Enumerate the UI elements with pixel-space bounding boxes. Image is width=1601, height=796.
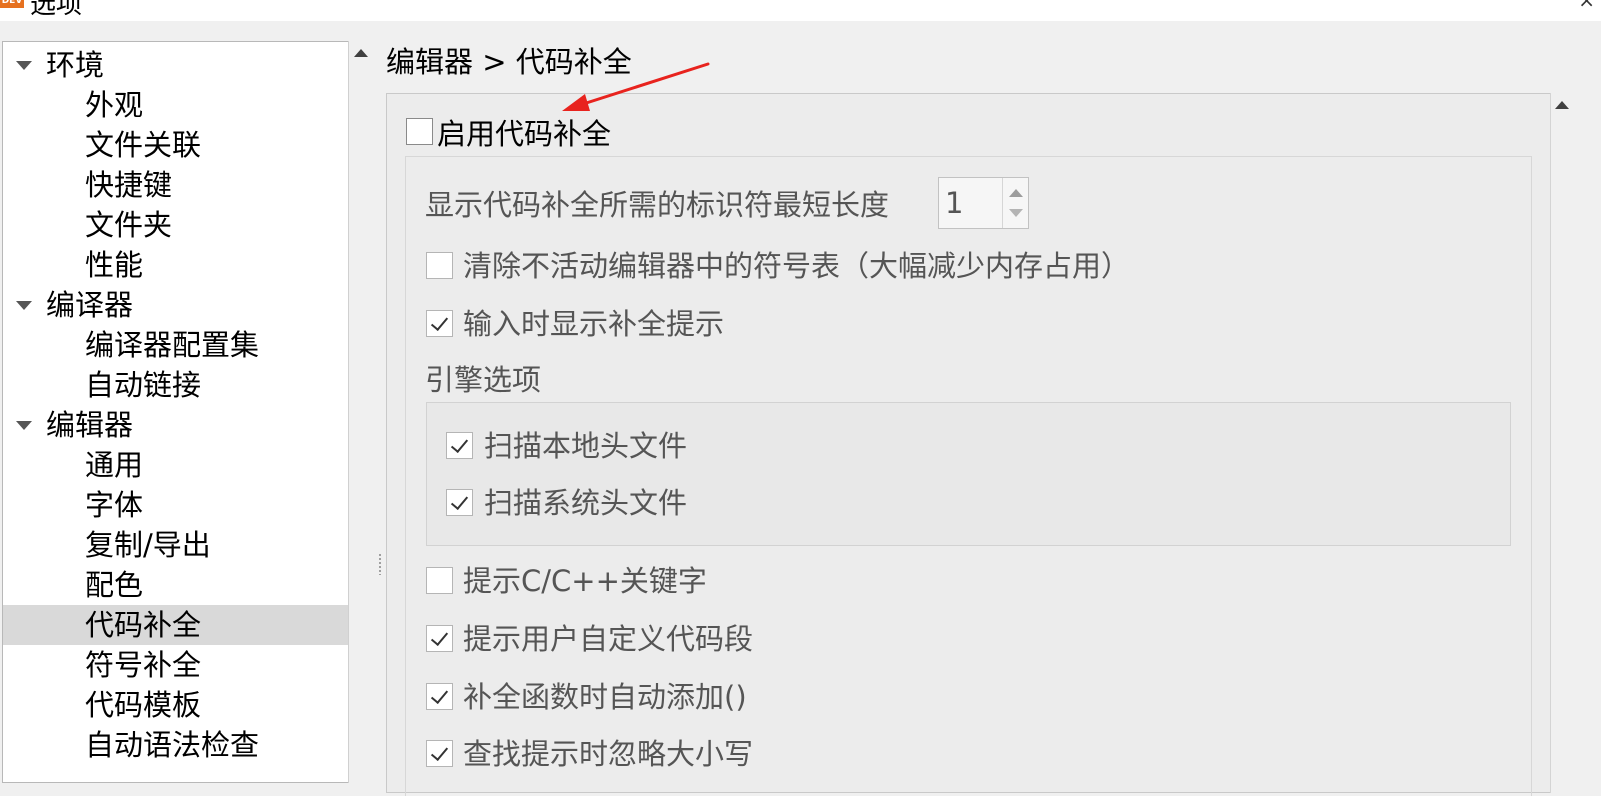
min-length-spinbox[interactable]: 1: [938, 177, 1029, 229]
tree-item-performance[interactable]: 性能: [3, 245, 349, 285]
clear-symbols-label: 清除不活动编辑器中的符号表（大幅减少内存占用）: [463, 249, 1131, 283]
spin-down-icon[interactable]: [1009, 209, 1023, 217]
tree-item-auto-syntax-check[interactable]: 自动语法检查: [3, 725, 349, 765]
scroll-up-icon[interactable]: [1555, 101, 1569, 109]
tree-item-code-templates[interactable]: 代码模板: [3, 685, 349, 725]
expand-arrow-icon[interactable]: [16, 61, 32, 70]
tree-item-code-completion[interactable]: 代码补全: [3, 605, 349, 645]
enable-completion-checkbox[interactable]: [406, 118, 433, 145]
add-parens-checkbox[interactable]: [426, 683, 453, 710]
tree-item-appearance[interactable]: 外观: [3, 85, 349, 125]
scan-system-headers-checkbox[interactable]: [446, 489, 473, 516]
tree-item-compiler-sets[interactable]: 编译器配置集: [3, 325, 349, 365]
splitter-handle[interactable]: [379, 553, 381, 575]
show-keywords-label: 提示C/C++关键字: [463, 564, 707, 598]
expand-arrow-icon[interactable]: [16, 421, 32, 430]
min-length-value[interactable]: 1: [945, 183, 963, 223]
show-keywords-checkbox[interactable]: [426, 567, 453, 594]
scan-local-headers-checkbox[interactable]: [446, 432, 473, 459]
tree-item-editor[interactable]: 编辑器: [3, 405, 349, 445]
tree-item-general[interactable]: 通用: [3, 445, 349, 485]
tree-item-font[interactable]: 字体: [3, 485, 349, 525]
scan-local-headers-label: 扫描本地头文件: [484, 429, 688, 463]
show-on-input-checkbox[interactable]: [426, 310, 453, 337]
close-icon[interactable]: ×: [1578, 0, 1595, 12]
tree-item-symbol-completion[interactable]: 符号补全: [3, 645, 349, 685]
engine-options-title: 引擎选项: [425, 363, 542, 397]
engine-options-group: [426, 402, 1511, 546]
clear-symbols-checkbox[interactable]: [426, 252, 453, 279]
spin-up-icon[interactable]: [1009, 189, 1023, 197]
add-parens-label: 补全函数时自动添加(): [463, 680, 747, 714]
min-length-label: 显示代码补全所需的标识符最短长度: [425, 188, 890, 222]
tree-item-color-scheme[interactable]: 配色: [3, 565, 349, 605]
title-bar: DEV 选项 ×: [0, 0, 1601, 21]
show-snippets-label: 提示用户自定义代码段: [463, 622, 754, 656]
ignore-case-label: 查找提示时忽略大小写: [463, 737, 754, 771]
enable-completion-label: 启用代码补全: [437, 117, 612, 151]
show-on-input-label: 输入时显示补全提示: [463, 307, 725, 341]
scan-system-headers-label: 扫描系统头文件: [484, 486, 688, 520]
tree-item-environment[interactable]: 环境: [3, 45, 349, 85]
tree-item-copy-export[interactable]: 复制/导出: [3, 525, 349, 565]
window-title: 选项: [30, 0, 83, 20]
scroll-up-icon[interactable]: [354, 49, 368, 57]
settings-tree[interactable]: 环境 外观 文件关联 快捷键 文件夹 性能 编译器 编译器配置集 自动链接 编辑…: [2, 41, 350, 783]
tree-item-auto-link[interactable]: 自动链接: [3, 365, 349, 405]
app-icon: DEV: [0, 0, 24, 8]
tree-scrollbar[interactable]: [348, 41, 374, 783]
tree-item-compiler[interactable]: 编译器: [3, 285, 349, 325]
ignore-case-checkbox[interactable]: [426, 740, 453, 767]
tree-item-shortcuts[interactable]: 快捷键: [3, 165, 349, 205]
tree-item-file-association[interactable]: 文件关联: [3, 125, 349, 165]
annotation-arrow-icon: [562, 62, 710, 111]
spin-buttons[interactable]: [1002, 178, 1028, 228]
show-snippets-checkbox[interactable]: [426, 625, 453, 652]
expand-arrow-icon[interactable]: [16, 301, 32, 310]
panel-scrollbar[interactable]: [1550, 93, 1601, 793]
tree-item-folders[interactable]: 文件夹: [3, 205, 349, 245]
